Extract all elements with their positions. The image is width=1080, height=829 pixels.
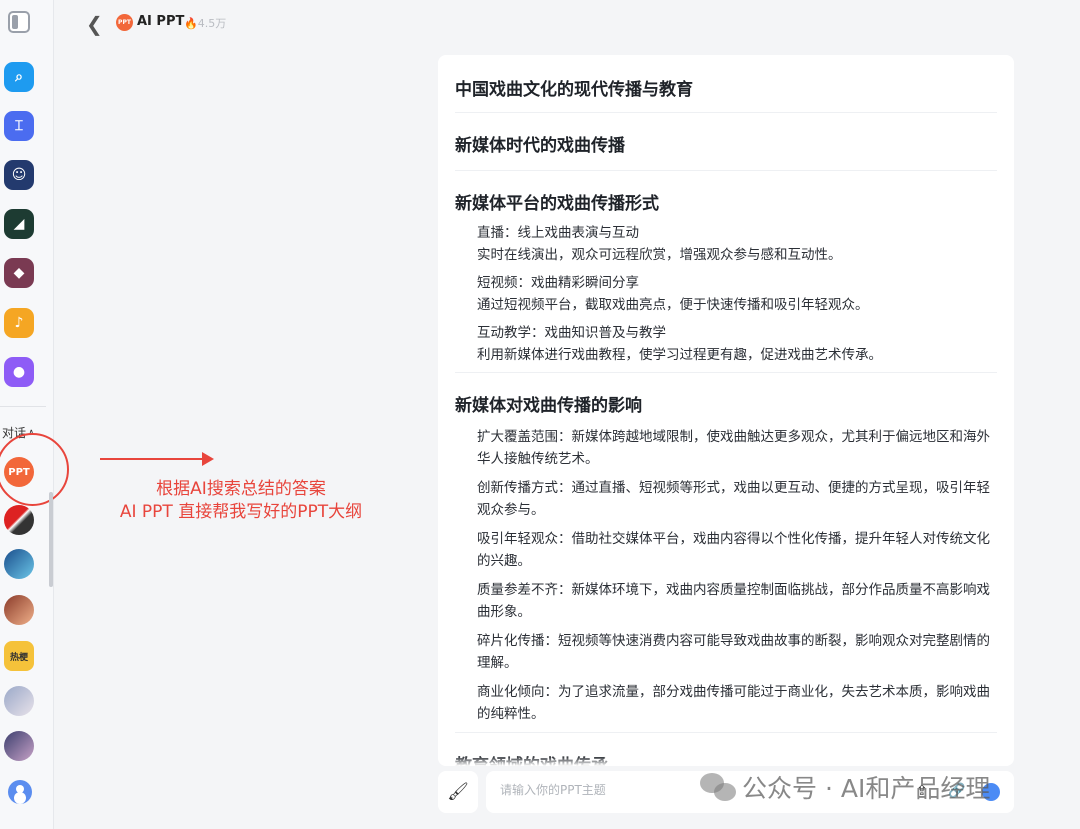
ai-ppt-logo-icon: PPT	[116, 14, 133, 31]
ppt-avatar-text: PPT	[8, 466, 30, 478]
list-item: 吸引年轻观众：借助社交媒体平台，戏曲内容得以个性化传播，提升年轻人对传统文化的兴…	[477, 531, 990, 569]
popularity-count-value: 4.5万	[197, 17, 227, 30]
item-title: 互动教学：戏曲知识普及与教学	[477, 325, 666, 341]
annotation-line-2: AI PPT 直接帮我写好的PPT大纲	[119, 502, 363, 522]
chapter-heading-1: 新媒体时代的戏曲传播	[455, 113, 997, 171]
game-app-icon[interactable]: ◢	[4, 209, 34, 239]
list-item: 直播：线上戏曲表演与互动 实时在线演出，观众可远程欣赏，增强观众参与感和互动性。	[455, 222, 997, 266]
search-app-icon[interactable]: ⌕	[4, 62, 34, 92]
popularity-count: 🔥4.5万	[184, 15, 226, 31]
section-heading-impact: 新媒体对戏曲传播的影响	[455, 396, 642, 416]
fire-icon: 🔥	[184, 17, 198, 30]
list-item: 创新传播方式：通过直播、短视频等形式，戏曲以更互动、便捷的方式呈现，吸引年轻观众…	[477, 480, 990, 518]
outline-title: 中国戏曲文化的现代传播与教育	[455, 55, 997, 113]
brush-icon[interactable]: 🖌	[438, 771, 478, 813]
ppt-outline-card: 中国戏曲文化的现代传播与教育 新媒体时代的戏曲传播 新媒体平台的戏曲传播形式 直…	[438, 55, 1014, 766]
list-item: 互动教学：戏曲知识普及与教学 利用新媒体进行戏曲教程，使学习过程更有趣，促进戏曲…	[455, 322, 997, 366]
sidebar-avatar-5[interactable]	[4, 731, 34, 761]
wechat-icon	[700, 773, 736, 801]
list-item: 短视频：戏曲精彩瞬间分享 通过短视频平台，截取戏曲亮点，便于快速传播和吸引年轻观…	[455, 272, 997, 316]
robot-app-icon[interactable]: ☺	[4, 160, 34, 190]
sidebar-divider	[0, 406, 46, 407]
item-title: 直播：线上戏曲表演与互动	[477, 225, 639, 241]
watermark: 公众号 · AI和产品经理	[700, 769, 990, 805]
sidebar-avatar-1[interactable]	[4, 505, 34, 535]
arrow-right-icon	[202, 452, 214, 466]
list-item: 碎片化传播：短视频等快速消费内容可能导致戏曲故事的断裂，影响观众对完整剧情的理解…	[477, 633, 990, 671]
item-desc: 通过短视频平台，截取戏曲亮点，便于快速传播和吸引年轻观众。	[477, 297, 869, 313]
sidebar-avatar-4[interactable]	[4, 686, 34, 716]
section-heading-forms: 新媒体平台的戏曲传播形式	[455, 194, 659, 214]
music-app-icon[interactable]: ♪	[4, 308, 34, 338]
list-item: 扩大覆盖范围：新媒体跨越地域限制，使戏曲触达更多观众，尤其利于偏远地区和海外华人…	[477, 429, 990, 467]
sidebar-scrollbar[interactable]	[49, 492, 53, 587]
forms-list: 直播：线上戏曲表演与互动 实时在线演出，观众可远程欣赏，增强观众参与感和互动性。…	[455, 222, 997, 366]
annotation-line-1: 根据AI搜索总结的答案	[156, 479, 326, 499]
watermark-text: 公众号 · AI和产品经理	[742, 774, 991, 803]
sidebar-item-ai-ppt[interactable]: PPT	[4, 457, 34, 487]
sidebar-toggle-icon[interactable]	[8, 11, 30, 33]
sidebar: ⌕ ⌶ ☺ ◢ ◆ ♪ ● 对话 ∧ PPT 热梗	[0, 0, 69, 829]
sidebar-avatar-2[interactable]	[4, 549, 34, 579]
list-item: 质量参差不齐：新媒体环境下，戏曲内容质量控制面临挑战，部分作品质量不高影响戏曲形…	[477, 582, 990, 620]
list-item: 商业化倾向：为了追求流量，部分戏曲传播可能过于商业化，失去艺术本质，影响戏曲的纯…	[477, 684, 990, 722]
annotation-arrow	[100, 458, 206, 460]
sidebar-avatar-3[interactable]	[4, 595, 34, 625]
chat-bot-app-icon[interactable]: ●	[4, 357, 34, 387]
item-desc: 利用新媒体进行戏曲教程，使学习过程更有趣，促进戏曲艺术传承。	[477, 347, 882, 363]
character-app-icon[interactable]: ◆	[4, 258, 34, 288]
back-arrow-icon[interactable]: ❮	[86, 12, 103, 36]
hot-meme-text: 热梗	[9, 652, 28, 663]
impact-list: 扩大覆盖范围：新媒体跨越地域限制，使戏曲触达更多观众，尤其利于偏远地区和海外华人…	[455, 426, 997, 725]
item-desc: 实时在线演出，观众可远程欣赏，增强观众参与感和互动性。	[477, 247, 842, 263]
app-logo-text: PPT	[118, 19, 131, 26]
user-profile-icon[interactable]	[8, 780, 32, 804]
item-title: 短视频：戏曲精彩瞬间分享	[477, 275, 639, 291]
app-title: AI PPT	[137, 14, 185, 29]
content-fade	[438, 756, 1014, 766]
sidebar-hot-meme-item[interactable]: 热梗	[4, 641, 34, 671]
text-app-icon[interactable]: ⌶	[4, 111, 34, 141]
